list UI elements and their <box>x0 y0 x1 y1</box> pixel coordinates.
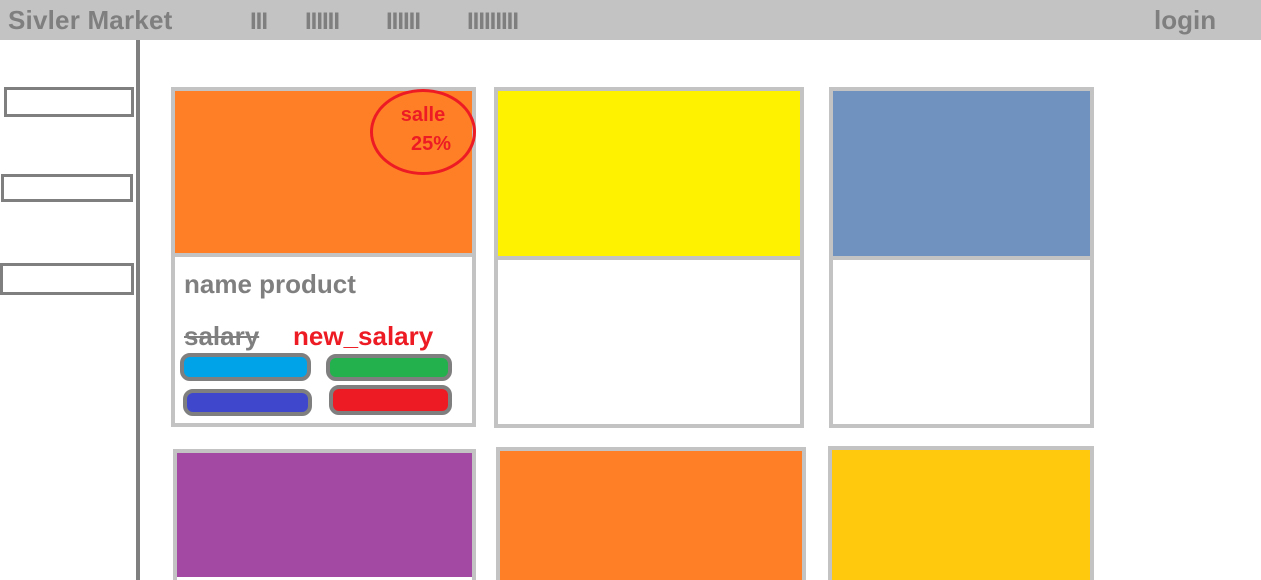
new-price: new_salary <box>293 321 434 351</box>
product-card-6[interactable] <box>828 446 1094 580</box>
page: Sivler Market III IIIIII IIIIII IIIIIIII… <box>0 0 1261 580</box>
action-button-green[interactable] <box>326 354 452 381</box>
nav-item-4[interactable]: IIIIIIIII <box>467 8 519 36</box>
product-card-4[interactable] <box>173 449 476 580</box>
nav-item-2[interactable]: IIIIII <box>305 8 340 36</box>
product-image-placeholder[interactable] <box>832 450 1090 580</box>
top-navigation-bar: Sivler Market III IIIIII IIIIII IIIIIIII… <box>0 0 1261 40</box>
sidebar-item-2[interactable] <box>1 174 133 202</box>
action-button-indigo[interactable] <box>183 389 312 416</box>
nav-item-3[interactable]: IIIIII <box>386 8 421 36</box>
action-button-red[interactable] <box>329 385 452 415</box>
sale-badge-label: salle <box>400 104 446 126</box>
sale-badge: salle 25% <box>370 89 476 175</box>
product-image-placeholder[interactable] <box>177 453 472 577</box>
login-link[interactable]: login <box>1154 5 1216 35</box>
product-image-placeholder[interactable] <box>498 91 800 260</box>
nav-item-1[interactable]: III <box>250 8 268 36</box>
sidebar-divider <box>136 40 140 580</box>
product-image-placeholder[interactable] <box>500 451 802 580</box>
product-card-2[interactable] <box>494 87 804 428</box>
brand-title[interactable]: Sivler Market <box>8 5 172 35</box>
sale-badge-percent: 25% <box>410 133 452 155</box>
sidebar-item-1[interactable] <box>4 87 134 117</box>
action-button-blue[interactable] <box>180 353 311 381</box>
old-price: salary <box>184 321 260 351</box>
product-image-placeholder[interactable] <box>833 91 1090 260</box>
product-card-5[interactable] <box>496 447 806 580</box>
product-name[interactable]: name product <box>184 268 356 300</box>
product-card-3[interactable] <box>829 87 1094 428</box>
sidebar-item-3[interactable] <box>0 263 134 295</box>
